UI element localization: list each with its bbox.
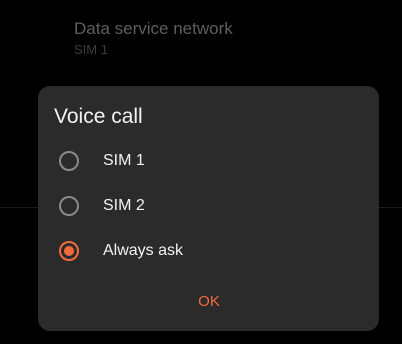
voice-call-dialog: Voice call SIM 1 SIM 2 Always ask OK: [38, 86, 379, 331]
option-label: Always ask: [103, 242, 184, 259]
radio-button-icon[interactable]: [59, 151, 79, 171]
radio-button-icon[interactable]: [59, 196, 79, 216]
dialog-title: Voice call: [54, 105, 143, 128]
option-label: SIM 1: [103, 152, 145, 169]
option-sim-1[interactable]: SIM 1: [38, 141, 379, 181]
setting-subtitle: SIM 1: [74, 42, 108, 57]
radio-selected-icon[interactable]: [59, 241, 79, 261]
option-sim-2[interactable]: SIM 2: [38, 186, 379, 226]
setting-title: Data service network: [74, 19, 233, 38]
ok-button[interactable]: OK: [188, 289, 230, 315]
data-service-network-setting[interactable]: Data service network SIM 1: [0, 0, 402, 70]
option-always-ask[interactable]: Always ask: [38, 231, 379, 271]
option-label: SIM 2: [103, 197, 145, 214]
